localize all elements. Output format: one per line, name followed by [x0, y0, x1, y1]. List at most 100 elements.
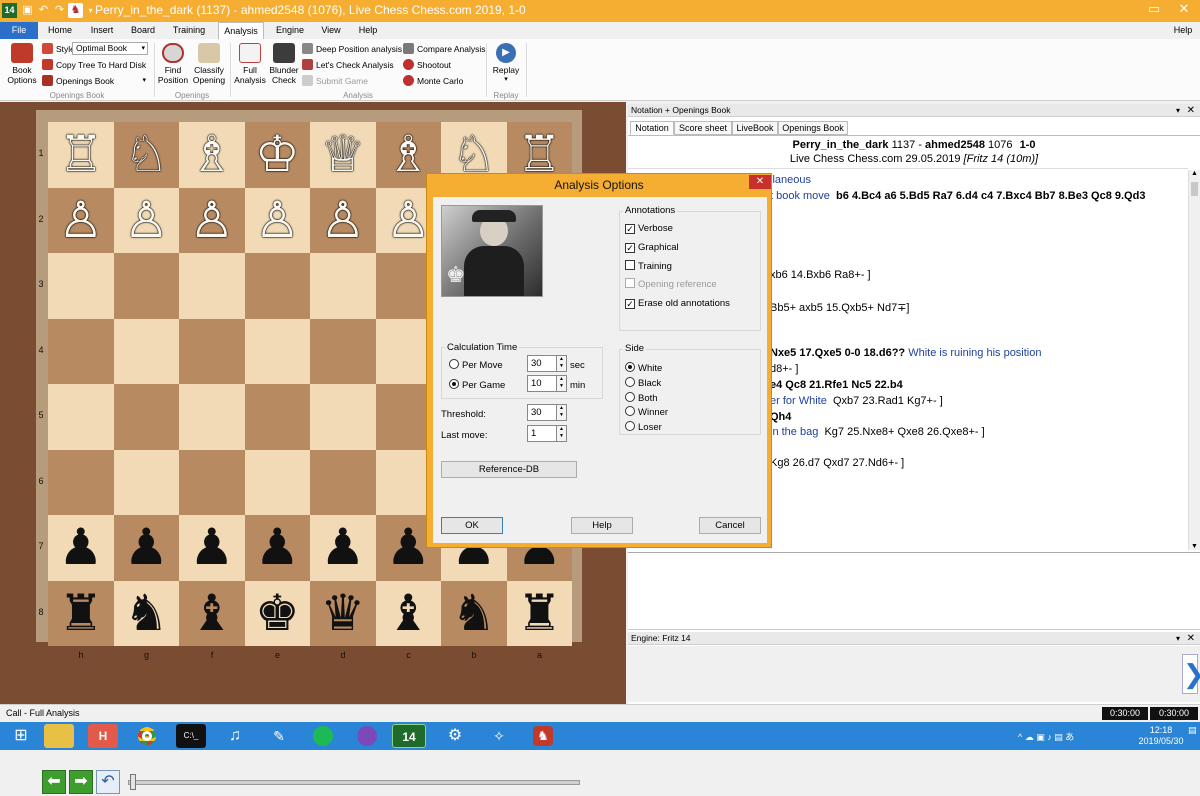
board-square[interactable]	[48, 384, 114, 450]
spotify-icon[interactable]	[308, 724, 338, 748]
tab-score-sheet[interactable]: Score sheet	[674, 121, 732, 135]
chess-piece[interactable]: ♟	[114, 515, 180, 581]
chess-piece[interactable]: ♔	[245, 122, 311, 188]
music-icon[interactable]: ♫	[220, 724, 250, 748]
save-icon[interactable]: ▣	[20, 3, 35, 18]
board-square[interactable]	[244, 384, 310, 450]
monte-carlo-button[interactable]: Monte Carlo	[403, 75, 463, 89]
board-square[interactable]	[310, 253, 376, 319]
board-square[interactable]	[48, 318, 114, 384]
board-square[interactable]	[310, 318, 376, 384]
chrome-icon[interactable]	[132, 724, 162, 748]
deep-position-analysis-button[interactable]: Deep Position analysis	[302, 43, 402, 57]
submit-game-button[interactable]: Submit Game	[302, 75, 368, 89]
chess-piece[interactable]: ♜	[48, 581, 114, 647]
annotation-checkbox[interactable]: ✓ Erase old annotations	[625, 297, 730, 311]
tab-view[interactable]: View	[316, 22, 346, 39]
chess-piece[interactable]: ♚	[245, 581, 311, 647]
annotation-checkbox[interactable]: ✓ Graphical	[625, 241, 679, 255]
per-game-radio[interactable]: Per Game	[449, 379, 505, 393]
steam-icon[interactable]: ⚙	[440, 724, 470, 748]
tab-livebook[interactable]: LiveBook	[732, 121, 778, 135]
notation-line[interactable]: Kg8 26.d7 Qxd7 27.Nd6+- ]	[770, 457, 904, 469]
close-icon[interactable]: ✕	[1187, 632, 1195, 645]
tools-icon[interactable]: ✧	[484, 724, 514, 748]
chess-piece[interactable]: ♞	[441, 581, 507, 647]
tab-training[interactable]: Training	[166, 22, 212, 39]
chess-piece[interactable]: ♟	[179, 515, 245, 581]
reference-db-button[interactable]: Reference-DB	[441, 461, 577, 478]
notation-line[interactable]: t book move b6 4.Bc4 a6 5.Bd5 Ra7 6.d4 c…	[770, 190, 1145, 202]
chess-piece[interactable]: ♕	[310, 122, 376, 188]
board-square[interactable]	[310, 384, 376, 450]
chess-piece[interactable]: ♙	[310, 188, 376, 254]
chess-piece[interactable]: ♜	[507, 581, 573, 647]
board-square[interactable]	[113, 449, 179, 515]
notation-line[interactable]: llaneous	[770, 174, 811, 186]
shootout-button[interactable]: Shootout	[403, 59, 451, 73]
chess-piece[interactable]: ♟	[48, 515, 114, 581]
board-square[interactable]	[179, 253, 245, 319]
copy-tree-button[interactable]: Copy Tree To Hard Disk	[42, 59, 146, 73]
board-square[interactable]	[244, 253, 310, 319]
side-radio[interactable]: Both	[625, 391, 658, 406]
tab-insert[interactable]: Insert	[83, 22, 121, 39]
per-move-spinner[interactable]: ▲ ▼	[557, 355, 567, 372]
move-slider-thumb[interactable]	[130, 774, 136, 790]
browser-icon[interactable]	[352, 724, 382, 748]
threshold-input[interactable]: 30	[527, 404, 557, 421]
app-h-icon[interactable]: H	[88, 724, 118, 748]
tab-board[interactable]: Board	[126, 22, 160, 39]
per-move-radio[interactable]: Per Move	[449, 359, 503, 373]
terminal-icon[interactable]: C:\_	[176, 724, 206, 748]
redo-icon[interactable]: ↷	[52, 3, 67, 18]
app-logo-icon[interactable]: 14	[2, 3, 17, 18]
tab-notation[interactable]: Notation	[630, 121, 674, 135]
classify-opening-button[interactable]: Classify Opening	[192, 43, 226, 85]
scrollbar-thumb[interactable]	[1191, 182, 1198, 196]
book-options-button[interactable]: Book Options	[4, 43, 40, 85]
chess-piece[interactable]: ♘	[114, 122, 180, 188]
close-icon[interactable]: ✕	[749, 175, 771, 189]
notation-line[interactable]: xb6 14.Bxb6 Ra8+- ]	[770, 269, 871, 281]
chess-piece[interactable]: ♞	[114, 581, 180, 647]
fritz-taskbar-icon[interactable]: 14	[392, 724, 426, 748]
chess-piece[interactable]: ♝	[179, 581, 245, 647]
board-square[interactable]	[48, 449, 114, 515]
lets-check-analysis-button[interactable]: Let's Check Analysis	[302, 59, 394, 73]
full-analysis-button[interactable]: Full Analysis	[233, 43, 267, 85]
chess-app-icon[interactable]: ♞	[528, 724, 558, 748]
side-radio[interactable]: Winner	[625, 406, 668, 420]
forward-arrow-icon[interactable]: ➡	[69, 770, 93, 794]
tab-help[interactable]: Help	[352, 22, 384, 39]
engine-toggle-icon[interactable]: ❯	[1182, 654, 1200, 694]
chevron-down-icon[interactable]: ▾	[1176, 104, 1180, 117]
undo-icon[interactable]: ↶	[36, 3, 51, 18]
annotation-checkbox[interactable]: ✓ Verbose	[625, 222, 673, 236]
board-square[interactable]	[244, 318, 310, 384]
help-button[interactable]: Help	[571, 517, 633, 534]
tray-clock[interactable]: 12:18 2019/05/30	[1136, 725, 1186, 747]
tab-engine[interactable]: Engine	[270, 22, 310, 39]
move-slider-track[interactable]	[128, 780, 580, 785]
annotation-checkbox[interactable]: Training	[625, 260, 672, 274]
last-move-input[interactable]: 1	[527, 425, 557, 442]
per-game-spinner[interactable]: ▲ ▼	[557, 375, 567, 392]
find-position-button[interactable]: Find Position	[156, 43, 190, 85]
chess-piece[interactable]: ♟	[310, 515, 376, 581]
pen-tablet-icon[interactable]: ✎	[264, 724, 294, 748]
replay-button[interactable]: ▶ Replay ▾	[490, 43, 522, 85]
board-square[interactable]	[113, 384, 179, 450]
notifications-icon[interactable]: ▤	[1188, 725, 1198, 745]
threshold-spinner[interactable]: ▲ ▼	[557, 404, 567, 421]
restore-window-icon[interactable]: ▭	[1140, 0, 1168, 18]
notation-scrollbar[interactable]: ▲ ▼	[1188, 170, 1200, 550]
annotation-checkbox[interactable]: Opening reference	[625, 278, 717, 292]
board-square[interactable]	[48, 253, 114, 319]
per-game-input[interactable]: 10	[527, 375, 557, 392]
ok-button[interactable]: OK	[441, 517, 503, 534]
chess-piece[interactable]: ♗	[179, 122, 245, 188]
notation-line[interactable]: Qh4	[770, 411, 791, 423]
tray-icons[interactable]: ^ ☁ ▣ ♪ ▤ あ	[1018, 730, 1074, 743]
chess-piece[interactable]: ♟	[245, 515, 311, 581]
